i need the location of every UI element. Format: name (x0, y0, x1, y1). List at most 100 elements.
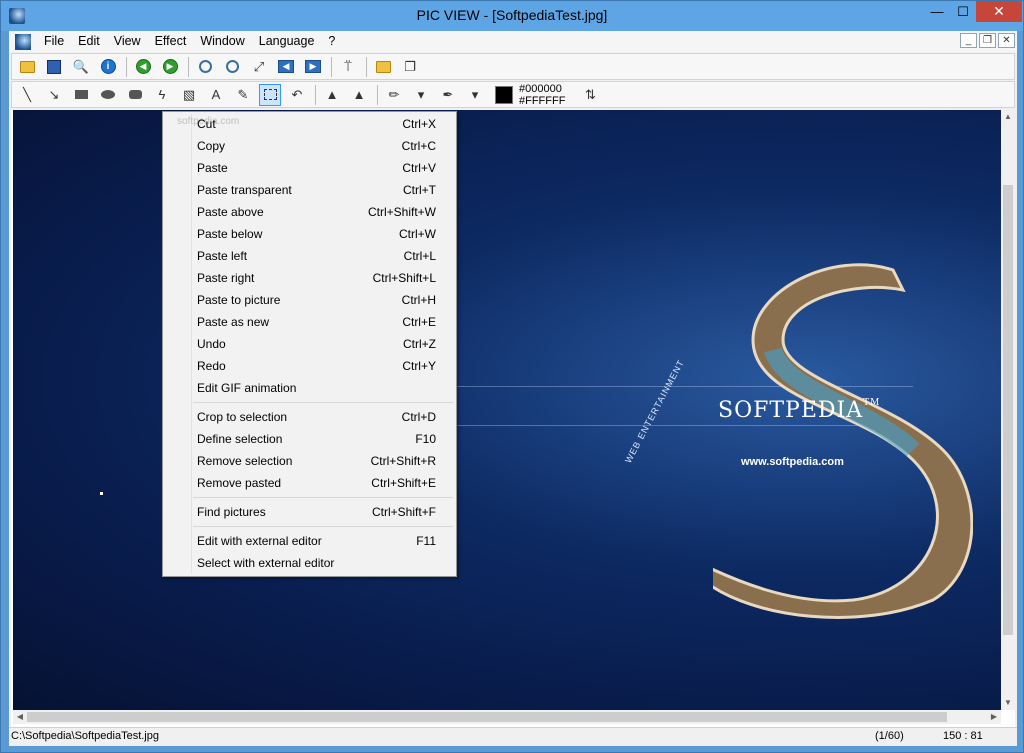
flip-button[interactable]: ▲ (321, 84, 343, 106)
window-title: PIC VIEW - [SoftpediaTest.jpg] (416, 7, 608, 23)
swap-colors-button[interactable]: ⇅ (579, 84, 601, 106)
foreground-color-code: #000000 (519, 82, 562, 95)
zoom-in-button[interactable] (194, 56, 216, 78)
windows-icon: ❐ (404, 58, 416, 74)
menu-item-shortcut: Ctrl+Shift+E (371, 476, 436, 490)
print-preview-icon: 🔍 (72, 58, 90, 74)
color-picker-tool[interactable]: ✎ (232, 84, 254, 106)
menu-item-remove-selection[interactable]: Remove selection Ctrl+Shift+R (163, 450, 456, 472)
menu-window[interactable]: Window (193, 31, 251, 52)
close-button[interactable]: ✕ (976, 1, 1022, 22)
print-preview-button[interactable]: 🔍 (70, 56, 92, 78)
status-file-path: C:\Softpedia\SoftpediaTest.jpg (11, 730, 159, 742)
menu-item-redo[interactable]: Redo Ctrl+Y (163, 355, 456, 377)
mirror-button[interactable]: ▲ (348, 84, 370, 106)
menu-item-label: Edit with external editor (197, 534, 322, 548)
folder-open-icon (19, 60, 35, 73)
info-button[interactable]: i (97, 56, 119, 78)
first-icon: ◀ (278, 60, 294, 73)
menu-item-crop-to-selection[interactable]: Crop to selection Ctrl+D (163, 406, 456, 428)
rectangle-icon (74, 90, 88, 99)
menu-item-edit-with-external-editor[interactable]: Edit with external editor F11 (163, 530, 456, 552)
brush-tool[interactable]: ✒ (437, 84, 459, 106)
menu-separator (193, 402, 453, 403)
fit-button[interactable]: ⤢ (248, 56, 270, 78)
pen-tool[interactable]: ✏ (383, 84, 405, 106)
scroll-up-icon[interactable]: ▲ (1001, 110, 1015, 124)
brush-dropdown[interactable]: ▾ (464, 84, 486, 106)
vertical-scrollbar[interactable]: ▲ ▼ (1001, 110, 1015, 710)
menu-item-shortcut: Ctrl+Shift+W (367, 205, 436, 219)
arrow-tool[interactable]: ↘ (43, 84, 65, 106)
slideshow-button[interactable]: ⍡ (337, 56, 359, 78)
selection-tool[interactable] (259, 83, 281, 106)
document-icon[interactable] (15, 33, 31, 50)
menu-item-find-pictures[interactable]: Find pictures Ctrl+Shift+F (163, 501, 456, 523)
menu-item-paste[interactable]: Paste Ctrl+V (163, 157, 456, 179)
minimize-button[interactable]: — (924, 1, 950, 22)
fill-tool[interactable]: ▧ (178, 84, 200, 106)
windows-button[interactable]: ❐ (399, 56, 421, 78)
title-bar[interactable]: PIC VIEW - [SoftpediaTest.jpg] — ☐ ✕ (1, 1, 1023, 31)
horizontal-scroll-thumb[interactable] (27, 712, 947, 722)
mdi-restore-button[interactable]: ❐ (979, 33, 996, 48)
fill-icon: ▧ (182, 86, 196, 102)
menu-item-edit-gif-animation[interactable]: Edit GIF animation (163, 377, 456, 399)
folder-icon (375, 60, 391, 73)
menu-view[interactable]: View (107, 31, 148, 52)
browse-folder-button[interactable] (372, 56, 394, 78)
fit-icon: ⤢ (253, 58, 265, 74)
softpedia-logo: SOFTPEDIATM (718, 398, 880, 423)
mdi-close-button[interactable]: ✕ (998, 33, 1015, 48)
previous-button[interactable]: ◀ (132, 56, 154, 78)
text-tool[interactable]: A (205, 84, 227, 106)
text-icon: A (211, 87, 221, 102)
menu-effect[interactable]: Effect (148, 31, 194, 52)
scroll-left-icon[interactable]: ◀ (13, 710, 27, 724)
save-button[interactable] (43, 56, 65, 78)
undo-button[interactable]: ↶ (286, 84, 308, 106)
zoom-out-icon (225, 60, 239, 73)
menu-help[interactable]: ? (321, 31, 342, 52)
rounded-rect-tool[interactable] (124, 84, 146, 106)
menu-item-define-selection[interactable]: Define selection F10 (163, 428, 456, 450)
status-bar: C:\Softpedia\SoftpediaTest.jpg (1/60) 15… (9, 727, 1017, 745)
maximize-button[interactable]: ☐ (950, 1, 976, 22)
scroll-right-icon[interactable]: ▶ (987, 710, 1001, 724)
rectangle-tool[interactable] (70, 84, 92, 106)
menu-item-paste-left[interactable]: Paste left Ctrl+L (163, 245, 456, 267)
previous-icon: ◀ (135, 59, 151, 74)
pen-width-dropdown[interactable]: ▾ (410, 84, 432, 106)
info-icon: i (100, 59, 116, 74)
menu-edit[interactable]: Edit (71, 31, 107, 52)
menu-item-paste-to-picture[interactable]: Paste to picture Ctrl+H (163, 289, 456, 311)
menu-file[interactable]: File (37, 31, 71, 52)
menu-item-copy[interactable]: Copy Ctrl+C (163, 135, 456, 157)
menu-item-paste-above[interactable]: Paste above Ctrl+Shift+W (163, 201, 456, 223)
scroll-down-icon[interactable]: ▼ (1001, 696, 1015, 710)
open-button[interactable] (16, 56, 38, 78)
foreground-color-swatch[interactable] (495, 85, 513, 104)
ellipse-tool[interactable] (97, 84, 119, 106)
zoom-out-button[interactable] (221, 56, 243, 78)
mdi-minimize-button[interactable]: _ (960, 33, 977, 48)
menu-item-undo[interactable]: Undo Ctrl+Z (163, 333, 456, 355)
menu-item-paste-right[interactable]: Paste right Ctrl+Shift+L (163, 267, 456, 289)
menu-item-label: Remove pasted (197, 476, 282, 490)
first-button[interactable]: ◀ (275, 56, 297, 78)
menu-item-paste-as-new[interactable]: Paste as new Ctrl+E (163, 311, 456, 333)
menu-item-paste-transparent[interactable]: Paste transparent Ctrl+T (163, 179, 456, 201)
last-button[interactable]: ▶ (302, 56, 324, 78)
menu-item-remove-pasted[interactable]: Remove pasted Ctrl+Shift+E (163, 472, 456, 494)
freehand-tool[interactable]: ϟ (151, 84, 173, 106)
horizontal-scrollbar[interactable]: ◀ ▶ (13, 710, 1001, 724)
vertical-scroll-thumb[interactable] (1003, 185, 1013, 635)
menu-item-shortcut: Ctrl+Shift+L (372, 271, 436, 285)
chevron-down-icon: ▾ (417, 86, 425, 102)
menu-language[interactable]: Language (252, 31, 322, 52)
menu-item-paste-below[interactable]: Paste below Ctrl+W (163, 223, 456, 245)
menu-item-cut[interactable]: Cut Ctrl+X (163, 113, 456, 135)
line-tool[interactable]: ╲ (16, 84, 38, 106)
next-button[interactable]: ▶ (159, 56, 181, 78)
menu-item-select-with-external-editor[interactable]: Select with external editor (163, 552, 456, 574)
